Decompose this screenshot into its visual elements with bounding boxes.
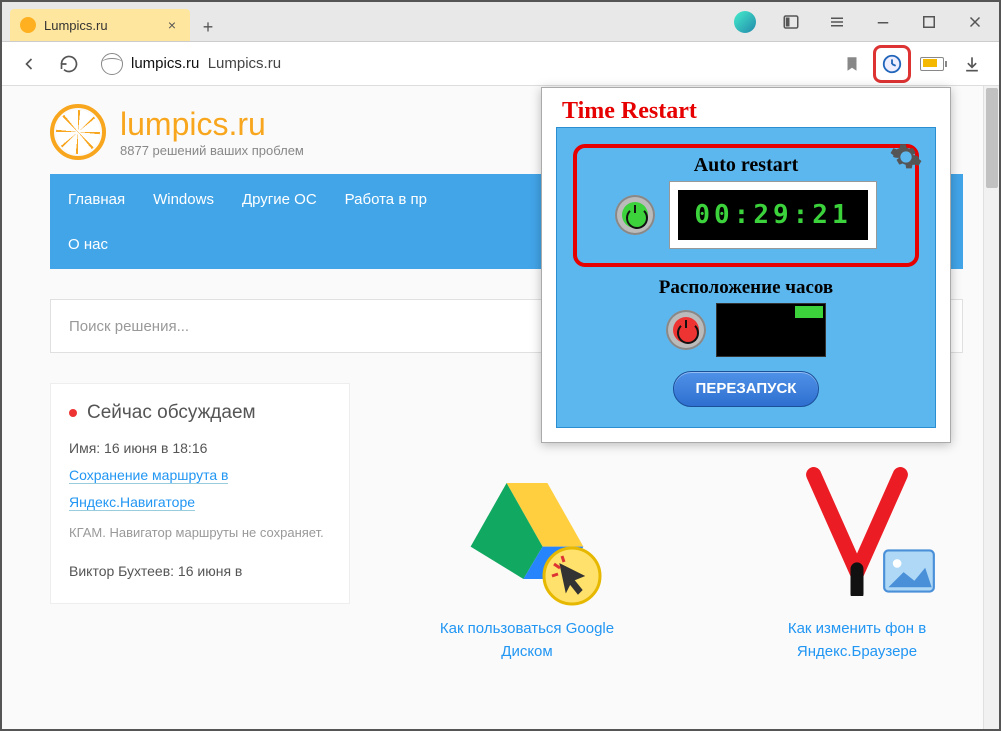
addressbar: lumpics.ru Lumpics.ru xyxy=(2,42,999,86)
clock-placement-toggle[interactable] xyxy=(666,310,706,350)
power-icon xyxy=(622,202,648,228)
nav-other-os[interactable]: Другие ОС xyxy=(242,191,317,208)
nav-home[interactable]: Главная xyxy=(68,191,125,208)
gear-icon xyxy=(889,140,923,174)
menu-button[interactable] xyxy=(819,7,855,37)
settings-button[interactable] xyxy=(889,140,923,174)
tab-favicon xyxy=(20,17,36,33)
cursor-click-icon xyxy=(542,546,602,606)
back-button[interactable] xyxy=(14,49,44,79)
sidebar-toggle-button[interactable] xyxy=(773,7,809,37)
image-icon xyxy=(882,544,936,598)
power-extension-button[interactable] xyxy=(917,49,947,79)
services-button[interactable] xyxy=(727,7,763,37)
maximize-button[interactable] xyxy=(911,7,947,37)
globe-icon xyxy=(101,53,123,75)
auto-restart-heading: Auto restart xyxy=(694,154,799,177)
circle-icon xyxy=(734,11,756,33)
url-field[interactable]: lumpics.ru Lumpics.ru xyxy=(94,49,827,79)
auto-restart-toggle[interactable] xyxy=(615,195,655,235)
discuss-item-body: КГАМ. Навигатор маршруты не сохраняет. xyxy=(69,521,331,544)
card-caption: Как пользоваться Google Диском xyxy=(422,618,632,664)
scrollbar-thumb[interactable] xyxy=(986,88,998,188)
tab-title: Lumpics.ru xyxy=(44,18,164,33)
article-card-gdrive[interactable]: Как пользоваться Google Диском xyxy=(422,456,632,664)
discuss-heading: Сейчас обсуждаем xyxy=(69,402,331,424)
timer-display: 00:29:21 xyxy=(669,181,876,249)
discuss-widget: Сейчас обсуждаем Имя: 16 июня в 18:16 Со… xyxy=(50,383,350,604)
logo-title: lumpics.ru xyxy=(120,106,304,143)
nav-windows[interactable]: Windows xyxy=(153,191,214,208)
power-icon xyxy=(673,317,699,343)
window-controls xyxy=(727,2,999,41)
url-text: lumpics.ru Lumpics.ru xyxy=(131,55,281,72)
bookmark-button[interactable] xyxy=(837,49,867,79)
battery-icon xyxy=(920,57,944,71)
orange-icon xyxy=(50,104,106,160)
tab-lumpics[interactable]: Lumpics.ru × xyxy=(10,9,190,41)
time-restart-popup: Time Restart Auto restart 00:29:21 Распо… xyxy=(541,87,951,443)
close-button[interactable] xyxy=(957,7,993,37)
timer-value: 00:29:21 xyxy=(678,190,867,240)
clock-placement-preview[interactable] xyxy=(716,303,826,357)
discuss-item-meta: Виктор Бухтеев: 16 июня в xyxy=(69,563,331,579)
tabstrip: Lumpics.ru × + xyxy=(2,2,999,42)
reload-button[interactable] xyxy=(54,49,84,79)
card-caption: Как изменить фон в Яндекс.Браузере xyxy=(752,618,962,664)
vertical-scrollbar[interactable] xyxy=(983,86,999,729)
article-cards: Как пользоваться Google Диском Как измен… xyxy=(422,456,962,664)
live-dot-icon xyxy=(69,409,77,417)
article-card-yandex-bg[interactable]: Как изменить фон в Яндекс.Браузере xyxy=(752,456,962,664)
placement-heading: Расположение часов xyxy=(573,277,919,299)
restart-button[interactable]: ПЕРЕЗАПУСК xyxy=(673,371,820,407)
nav-programs[interactable]: Работа в пр xyxy=(345,191,427,208)
tab-close-icon[interactable]: × xyxy=(164,17,180,33)
auto-restart-section: Auto restart 00:29:21 xyxy=(573,144,919,267)
browser-window: Lumpics.ru × + lumpics.ru Lumpics.ru xyxy=(0,0,1001,731)
search-placeholder: Поиск решения... xyxy=(69,318,189,335)
discuss-item-meta: Имя: 16 июня в 18:16 xyxy=(69,440,331,456)
discuss-item-link[interactable]: Сохранение маршрута в Яндекс.Навигаторе xyxy=(69,467,228,511)
minimize-button[interactable] xyxy=(865,7,901,37)
time-restart-extension-button[interactable] xyxy=(877,49,907,79)
popup-panel: Auto restart 00:29:21 Расположение часов… xyxy=(556,127,936,428)
new-tab-button[interactable]: + xyxy=(194,13,222,41)
downloads-button[interactable] xyxy=(957,49,987,79)
popup-title: Time Restart xyxy=(562,98,936,125)
logo-subtitle: 8877 решений ваших проблем xyxy=(120,143,304,158)
clock-position-icon xyxy=(795,306,823,318)
